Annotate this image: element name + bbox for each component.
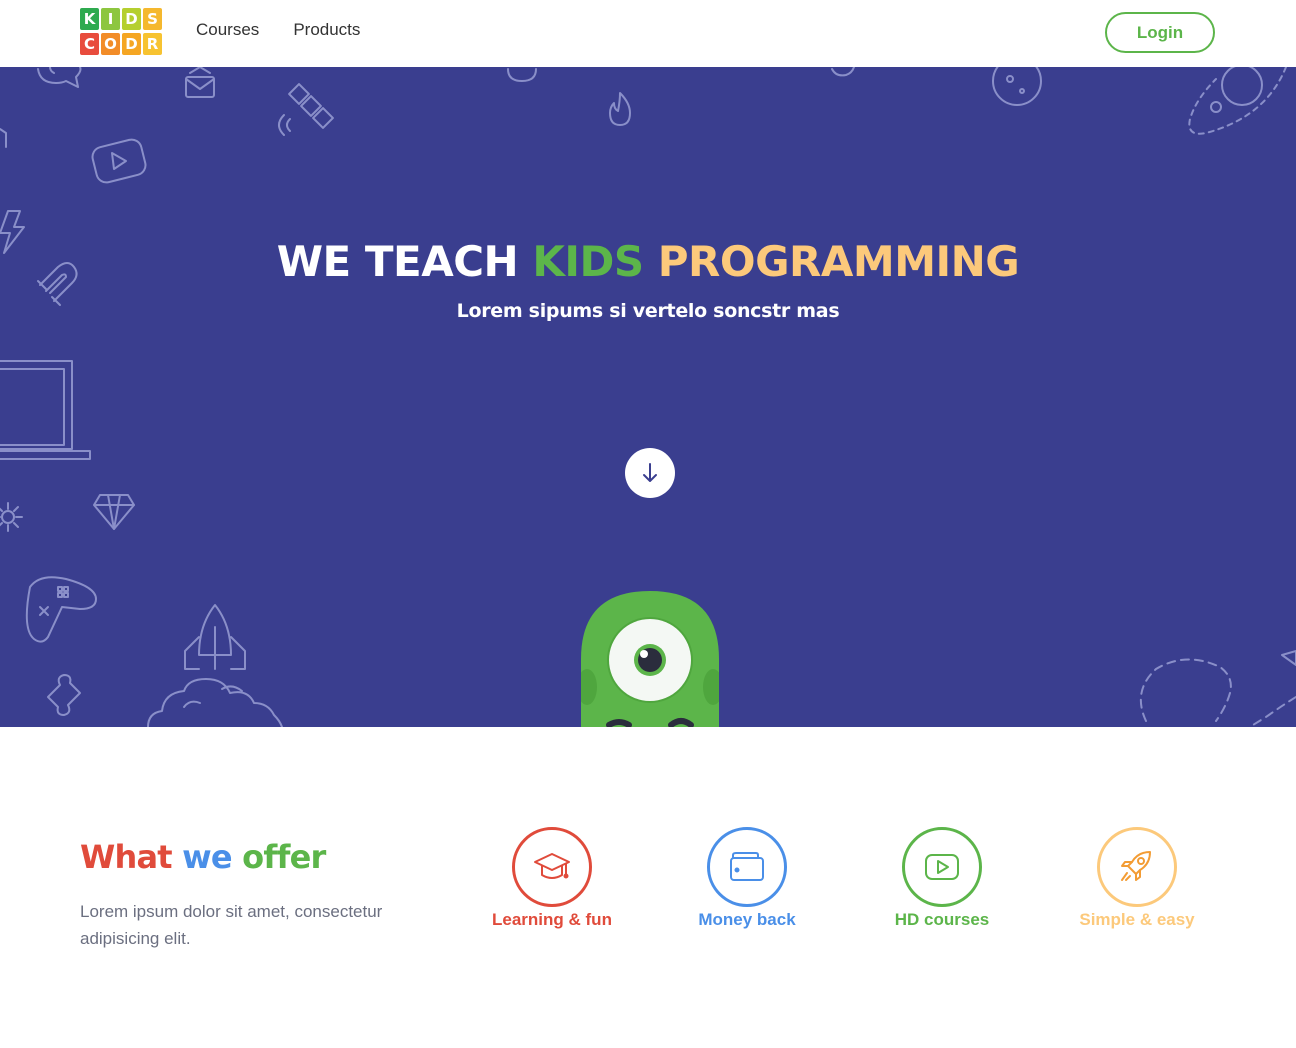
play-icon — [925, 854, 959, 880]
login-button[interactable]: Login — [1105, 12, 1215, 53]
feature-simple-easy[interactable]: Simple & easy — [1057, 827, 1217, 930]
feature-icon-circle — [1097, 827, 1177, 907]
logo-letter-tile: D — [122, 8, 141, 30]
hero-subtitle: Lorem sipums si vertelo soncstr mas — [456, 300, 840, 322]
laptop-icon — [0, 360, 91, 460]
offer-section-title: What we offer — [80, 838, 326, 876]
dashed-orbit-icon — [1139, 658, 1232, 722]
offer-title-we: we — [182, 838, 243, 876]
rocket-icon — [184, 604, 246, 670]
satellite-icon — [278, 83, 334, 136]
kids-codr-logo[interactable]: KIDS CODR — [80, 8, 164, 58]
offer-title-offer: offer — [242, 838, 326, 876]
hero-title-programming: PROGRAMMING — [657, 237, 1020, 286]
arrow-down-icon — [643, 463, 657, 482]
feature-label: Learning & fun — [492, 910, 612, 929]
chat-bubble-icon — [37, 67, 82, 88]
moon-icon — [992, 67, 1042, 106]
edge-doodle — [0, 128, 7, 148]
gamepad-icon — [25, 576, 97, 643]
logo-letter-tile: I — [101, 8, 120, 30]
feature-icon-circle — [707, 827, 787, 907]
logo-letter-tile: K — [80, 8, 99, 30]
logo-letter-tile: D — [122, 33, 141, 55]
hero-title-kids: KIDS — [532, 237, 658, 286]
cloud-icon — [147, 678, 283, 727]
graduation-cap-icon — [534, 853, 570, 879]
offer-description: Lorem ipsum dolor sit amet, consectetur … — [80, 902, 383, 948]
rocket-icon — [1121, 851, 1151, 881]
logo-letter-tile: S — [143, 8, 162, 30]
feature-icon-circle — [512, 827, 592, 907]
arc-doodle — [507, 68, 537, 82]
logo-letter-tile: C — [80, 33, 99, 55]
hero-title-we-teach: WE TEACH — [276, 237, 533, 286]
nav-courses-link[interactable]: Courses — [196, 20, 259, 40]
scroll-down-button[interactable] — [625, 448, 675, 498]
bubble-doodle — [831, 67, 855, 77]
flame-icon — [609, 92, 631, 126]
feature-money-back[interactable]: Money back — [667, 827, 827, 930]
play-button-icon — [91, 138, 147, 184]
planet-icon — [1188, 67, 1287, 135]
wallet-icon — [730, 852, 764, 881]
logo-letter-tile: O — [101, 33, 120, 55]
hero-section: WE TEACH KIDS PROGRAMMING Lorem sipums s… — [0, 67, 1296, 727]
logo-letter-tile: R — [143, 33, 162, 55]
feature-hd-courses[interactable]: HD courses — [862, 827, 1022, 930]
feature-icon-circle — [902, 827, 982, 907]
puzzle-icon — [47, 674, 81, 716]
envelope-icon — [185, 67, 215, 98]
monster-mascot-illustration — [581, 591, 719, 727]
paper-plane-icon — [1249, 650, 1296, 727]
hero-title: WE TEACH KIDS PROGRAMMING — [0, 237, 1296, 286]
diamond-icon — [93, 494, 135, 530]
main-nav: Courses Products — [196, 20, 360, 40]
nav-products-link[interactable]: Products — [293, 20, 360, 40]
feature-label: Simple & easy — [1079, 910, 1195, 929]
offer-title-what: What — [80, 838, 183, 876]
feature-label: Money back — [698, 910, 796, 929]
feature-learning-fun[interactable]: Learning & fun — [472, 827, 632, 930]
feature-label: HD courses — [894, 910, 990, 929]
gear-icon — [0, 502, 23, 532]
site-header: KIDS CODR Courses Products Login — [0, 0, 1296, 67]
